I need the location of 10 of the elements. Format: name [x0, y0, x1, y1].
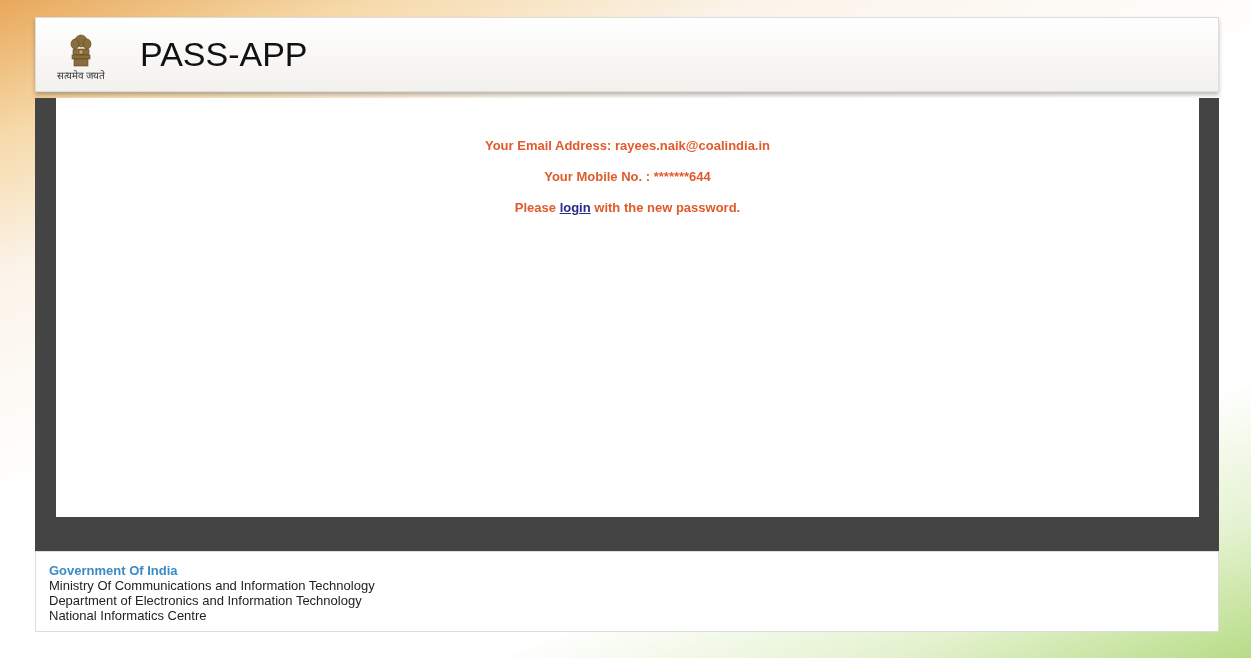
footer-heading: Government Of India [49, 563, 179, 578]
app-title: PASS-APP [140, 35, 308, 74]
footer-text: Department of Electronics and Information Technology [49, 593, 363, 608]
footer-text: Ministry Of Communications and Information Technology [49, 578, 376, 593]
email-text: Your Email Address: rayees.naik@coalindia.in [483, 138, 772, 153]
login-link[interactable]: login [559, 200, 591, 215]
motto-text: सत्यमेव जयते [56, 69, 106, 82]
login-instruction-text: Please login with the new password. [513, 200, 742, 215]
mobile-text: Your Mobile No. : *******644 [543, 169, 712, 184]
footer-text: National Informatics Centre [49, 608, 208, 623]
